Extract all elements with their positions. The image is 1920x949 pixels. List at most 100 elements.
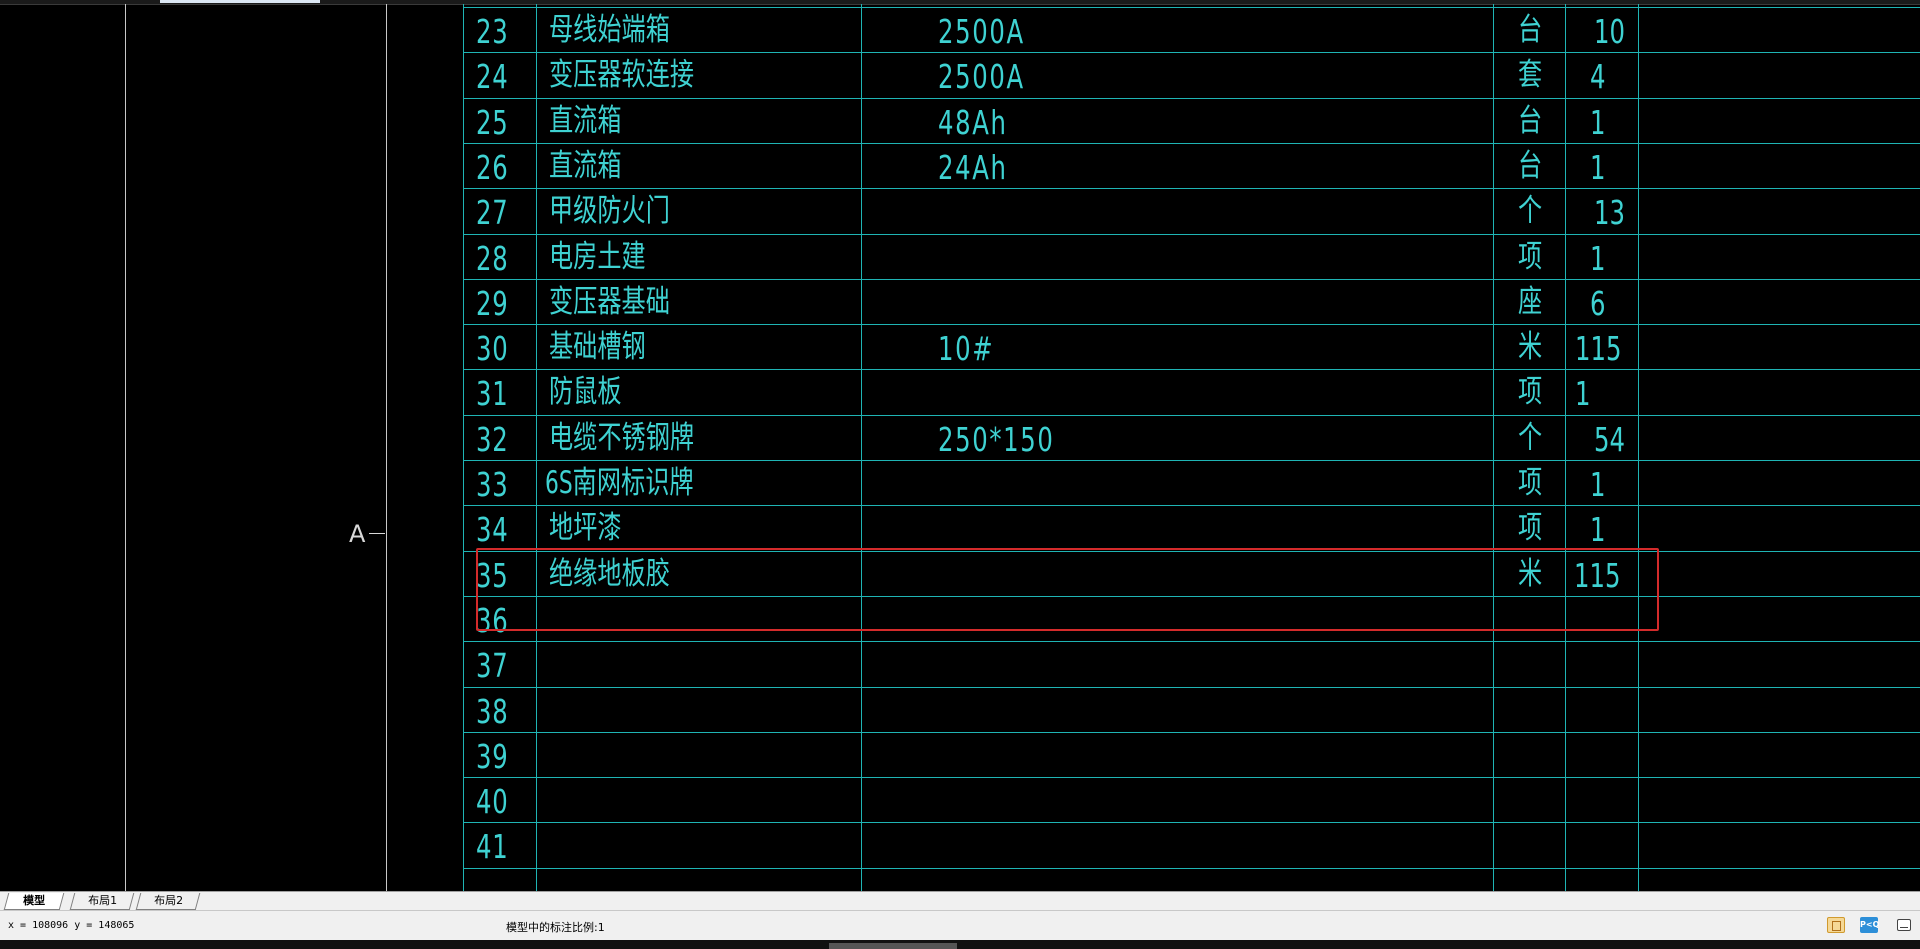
item-name: 电房土建 (549, 239, 646, 275)
item-unit: 台 (1518, 148, 1543, 184)
table-row-line (463, 7, 1920, 8)
table-row-line (463, 188, 1920, 189)
table-row-line (463, 641, 1920, 642)
table-column-line (536, 4, 537, 891)
table-row-line (463, 415, 1920, 416)
item-name: 直流箱 (549, 103, 622, 139)
item-qty: 115 (1575, 329, 1622, 368)
table-row-line (463, 369, 1920, 370)
table-column-line (1565, 4, 1566, 891)
item-unit: 座 (1518, 284, 1543, 320)
item-unit: 项 (1518, 374, 1543, 410)
top-toolbar-strip (0, 0, 1920, 5)
row-number: 30 (476, 329, 509, 368)
item-spec: 48Ah (938, 103, 1008, 142)
item-spec: 250*150 (938, 420, 1055, 459)
window-icon[interactable] (1897, 919, 1911, 931)
table-column-line (1638, 4, 1639, 891)
cad-application: A 23 母线始端箱 2500A 台 10 24 变压器软连接 2500A 套 4 25 直流箱 48A… (0, 0, 1920, 949)
highlight-box (476, 548, 1659, 631)
item-qty: 1 (1590, 239, 1606, 278)
item-unit: 个 (1518, 193, 1543, 229)
selection-highlight (160, 0, 320, 3)
item-name: 基础槽钢 (549, 329, 646, 365)
tab-layout1[interactable]: 布局1 (69, 893, 135, 910)
item-qty: 1 (1575, 374, 1591, 413)
axis-tick (369, 533, 385, 534)
item-unit: 项 (1518, 239, 1543, 275)
table-row-line (463, 143, 1920, 144)
row-number: 41 (476, 827, 509, 866)
item-name: 变压器软连接 (549, 57, 695, 93)
item-spec: 2500A (938, 57, 1025, 96)
row-number: 29 (476, 284, 509, 323)
taskbar-strip (0, 940, 1920, 949)
tab-layout2[interactable]: 布局2 (135, 893, 201, 910)
item-qty: 1 (1590, 510, 1606, 549)
row-number: 32 (476, 420, 509, 459)
row-number: 28 (476, 239, 509, 278)
row-number: 31 (476, 374, 509, 413)
row-number: 37 (476, 646, 509, 685)
item-unit: 项 (1518, 510, 1543, 546)
table-column-line (463, 4, 464, 891)
item-name: 变压器基础 (549, 284, 670, 320)
row-number: 34 (476, 510, 509, 549)
item-qty: 13 (1594, 193, 1625, 232)
item-qty: 4 (1590, 57, 1606, 96)
item-unit: 项 (1518, 465, 1543, 501)
tab-model[interactable]: 模型 (3, 893, 65, 910)
item-unit: 台 (1518, 12, 1543, 48)
axis-label-a: A (349, 520, 366, 548)
item-name: 电缆不锈钢牌 (549, 420, 695, 456)
item-qty: 1 (1590, 148, 1606, 187)
row-number: 24 (476, 57, 509, 96)
table-row-line (463, 324, 1920, 325)
item-unit: 套 (1518, 57, 1543, 93)
table-row-line (463, 234, 1920, 235)
row-number: 40 (476, 782, 509, 821)
coordinate-readout: x = 108096 y = 148065 (8, 920, 135, 931)
row-number: 26 (476, 148, 509, 187)
layout-icon[interactable] (1827, 917, 1845, 933)
table-row-line (463, 822, 1920, 823)
item-spec: 24Ah (938, 148, 1008, 187)
border-line-1 (125, 4, 126, 891)
table-row-line (463, 279, 1920, 280)
border-line-2 (386, 4, 387, 891)
annotation-scale-text: 模型中的标注比例:1 (506, 921, 605, 934)
item-name: 甲级防火门 (549, 193, 670, 229)
item-qty: 10 (1594, 12, 1625, 51)
table-row-line (463, 777, 1920, 778)
table-column-line (1493, 4, 1494, 891)
row-number: 23 (476, 12, 509, 51)
table-row-line (463, 687, 1920, 688)
item-name: 母线始端箱 (549, 12, 670, 48)
row-number: 39 (476, 737, 509, 776)
item-unit: 米 (1518, 329, 1543, 365)
table-row-line (463, 505, 1920, 506)
item-spec: 2500A (938, 12, 1025, 51)
taskbar-segment (829, 943, 957, 949)
table-row-line (463, 460, 1920, 461)
layout-tab-bar: 模型 布局1 布局2 (0, 891, 1920, 911)
row-number: 25 (476, 103, 509, 142)
drawing-canvas[interactable]: A 23 母线始端箱 2500A 台 10 24 变压器软连接 2500A 套 4 25 直流箱 48A… (0, 0, 1920, 891)
table-row-line (463, 732, 1920, 733)
item-qty: 1 (1590, 465, 1606, 504)
pq-icon[interactable]: P<Q (1860, 917, 1879, 933)
item-name: 直流箱 (549, 148, 622, 184)
row-number: 33 (476, 465, 509, 504)
row-number: 27 (476, 193, 509, 232)
table-row-line (463, 98, 1920, 99)
item-qty: 1 (1590, 103, 1606, 142)
item-qty: 6 (1590, 284, 1606, 323)
table-column-line (861, 4, 862, 891)
item-spec: 10# (938, 329, 995, 368)
item-unit: 台 (1518, 103, 1543, 139)
item-name: 防鼠板 (549, 374, 622, 410)
row-number: 38 (476, 692, 509, 731)
item-name: 6S南网标识牌 (545, 465, 694, 501)
table-row-line (463, 868, 1920, 869)
table-row-line (463, 52, 1920, 53)
